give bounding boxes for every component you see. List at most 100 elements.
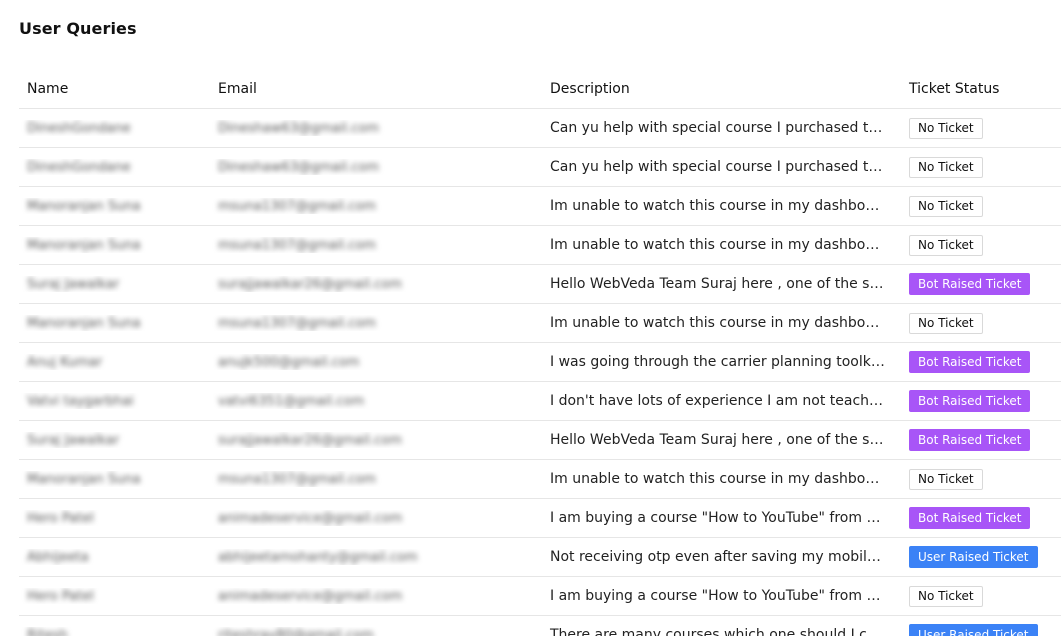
row-email-cell: msuna1307@gmail.com: [210, 471, 542, 487]
table-row[interactable]: Suraj Jawalkar surajjawalkar26@gmail.com H…: [19, 265, 1061, 304]
row-status-cell: No Ticket: [901, 585, 1061, 607]
query-description: I am buying a course "How to YouTube" fr…: [550, 588, 901, 604]
user-name: Hero Patel: [27, 589, 94, 604]
row-name-cell: Vatvi taygarbhai: [19, 393, 210, 409]
table-row[interactable]: Vatvi taygarbhai vatvi6351@gmail.com I don…: [19, 382, 1061, 421]
query-description: Can yu help with special course I purcha…: [550, 159, 901, 175]
row-email-cell: surajjawalkar26@gmail.com: [210, 432, 542, 448]
query-description: Hello WebVeda Team Suraj here , one of t…: [550, 276, 901, 292]
table-row[interactable]: DineshGondane Dineshaw63@gmail.com Can yu …: [19, 109, 1061, 148]
user-name: Ritesh: [27, 628, 68, 636]
ticket-status-badge[interactable]: Bot Raised Ticket: [909, 507, 1031, 529]
row-name-cell: Suraj Jawalkar: [19, 276, 210, 292]
row-status-cell: Bot Raised Ticket: [901, 273, 1061, 295]
ticket-status-badge[interactable]: Bot Raised Ticket: [909, 390, 1031, 412]
user-name: Manoranjan Suna: [27, 238, 141, 253]
row-name-cell: Manoranjan Suna: [19, 471, 210, 487]
row-status-cell: Bot Raised Ticket: [901, 351, 1061, 373]
query-description: There are many courses which one should …: [550, 627, 901, 636]
row-status-cell: No Ticket: [901, 156, 1061, 178]
table-row[interactable]: Abhijeeta abhijeetamohanty@gmail.com Not r…: [19, 538, 1061, 577]
user-name: Manoranjan Suna: [27, 472, 141, 487]
query-description: I was going through the carrier planning…: [550, 354, 901, 370]
table-row[interactable]: Manoranjan Suna msuna1307@gmail.com Im una…: [19, 187, 1061, 226]
user-email: msuna1307@gmail.com: [218, 316, 376, 331]
row-status-cell: User Raised Ticket: [901, 546, 1061, 568]
row-name-cell: Hero Patel: [19, 588, 210, 604]
query-description: Hello WebVeda Team Suraj here , one of t…: [550, 432, 901, 448]
column-header-name[interactable]: Name: [19, 81, 210, 97]
ticket-status-badge[interactable]: Bot Raised Ticket: [909, 273, 1031, 295]
ticket-status-badge[interactable]: No Ticket: [909, 468, 983, 490]
table-row[interactable]: Ritesh riteshrav80@gmail.com There are man…: [19, 616, 1061, 636]
table-row[interactable]: Manoranjan Suna msuna1307@gmail.com Im una…: [19, 304, 1061, 343]
user-email: Dineshaw63@gmail.com: [218, 160, 380, 175]
query-description: Im unable to watch this course in my das…: [550, 471, 889, 487]
column-header-email[interactable]: Email: [210, 81, 542, 97]
row-name-cell: Ritesh: [19, 627, 210, 636]
row-name-cell: DineshGondane: [19, 120, 210, 136]
user-name: DineshGondane: [27, 160, 131, 175]
page-title: User Queries: [19, 19, 137, 38]
user-email: riteshrav80@gmail.com: [218, 628, 374, 636]
user-email: anujk500@gmail.com: [218, 355, 360, 370]
table-row[interactable]: Manoranjan Suna msuna1307@gmail.com Im una…: [19, 460, 1061, 499]
column-header-description[interactable]: Description: [542, 81, 901, 97]
query-description: Im unable to watch this course in my das…: [550, 198, 889, 214]
row-name-cell: Abhijeeta: [19, 549, 210, 565]
user-email: animadeservice@gmail.com: [218, 589, 403, 604]
table-row[interactable]: Hero Patel animadeservice@gmail.com I am b…: [19, 499, 1061, 538]
ticket-status-badge[interactable]: No Ticket: [909, 156, 983, 178]
row-status-cell: Bot Raised Ticket: [901, 429, 1061, 451]
row-status-cell: Bot Raised Ticket: [901, 507, 1061, 529]
ticket-status-badge[interactable]: Bot Raised Ticket: [909, 429, 1031, 451]
row-email-cell: abhijeetamohanty@gmail.com: [210, 549, 542, 565]
row-email-cell: animadeservice@gmail.com: [210, 588, 542, 604]
row-name-cell: Hero Patel: [19, 510, 210, 526]
row-email-cell: msuna1307@gmail.com: [210, 237, 542, 253]
query-description: Not receiving otp even after saving my m…: [550, 549, 901, 565]
row-email-cell: surajjawalkar26@gmail.com: [210, 276, 542, 292]
ticket-status-badge[interactable]: No Ticket: [909, 195, 983, 217]
row-email-cell: vatvi6351@gmail.com: [210, 393, 542, 409]
row-status-cell: No Ticket: [901, 468, 1061, 490]
ticket-status-badge[interactable]: No Ticket: [909, 234, 983, 256]
user-queries-page: User Queries Name Email Description Tick…: [0, 0, 1061, 636]
ticket-status-badge[interactable]: Bot Raised Ticket: [909, 351, 1031, 373]
user-name: Hero Patel: [27, 511, 94, 526]
table-row[interactable]: Hero Patel animadeservice@gmail.com I am b…: [19, 577, 1061, 616]
ticket-status-badge[interactable]: No Ticket: [909, 117, 983, 139]
user-name: Suraj Jawalkar: [27, 433, 120, 448]
row-status-cell: No Ticket: [901, 195, 1061, 217]
user-name: Suraj Jawalkar: [27, 277, 120, 292]
row-status-cell: User Raised Ticket: [901, 624, 1061, 636]
query-description: I am buying a course "How to YouTube" fr…: [550, 510, 901, 526]
user-name: Vatvi taygarbhai: [27, 394, 134, 409]
query-description: I don't have lots of experience I am not…: [550, 393, 901, 409]
table-row[interactable]: Manoranjan Suna msuna1307@gmail.com Im una…: [19, 226, 1061, 265]
user-email: Dineshaw63@gmail.com: [218, 121, 380, 136]
ticket-status-badge[interactable]: No Ticket: [909, 585, 983, 607]
row-email-cell: anujk500@gmail.com: [210, 354, 542, 370]
user-email: msuna1307@gmail.com: [218, 472, 376, 487]
queries-table: Name Email Description Ticket Status Din…: [19, 70, 1061, 636]
row-status-cell: No Ticket: [901, 312, 1061, 334]
table-row[interactable]: DineshGondane Dineshaw63@gmail.com Can yu …: [19, 148, 1061, 187]
row-name-cell: Manoranjan Suna: [19, 198, 210, 214]
row-name-cell: DineshGondane: [19, 159, 210, 175]
row-status-cell: Bot Raised Ticket: [901, 390, 1061, 412]
user-email: surajjawalkar26@gmail.com: [218, 433, 402, 448]
table-body: DineshGondane Dineshaw63@gmail.com Can yu …: [19, 109, 1061, 636]
row-name-cell: Suraj Jawalkar: [19, 432, 210, 448]
table-header-row: Name Email Description Ticket Status: [19, 70, 1061, 109]
row-email-cell: msuna1307@gmail.com: [210, 315, 542, 331]
column-header-ticket-status[interactable]: Ticket Status: [901, 81, 1061, 97]
row-email-cell: msuna1307@gmail.com: [210, 198, 542, 214]
ticket-status-badge[interactable]: User Raised Ticket: [909, 624, 1038, 636]
ticket-status-badge[interactable]: No Ticket: [909, 312, 983, 334]
table-row[interactable]: Anuj Kumar anujk500@gmail.com I was going …: [19, 343, 1061, 382]
ticket-status-badge[interactable]: User Raised Ticket: [909, 546, 1038, 568]
row-name-cell: Manoranjan Suna: [19, 237, 210, 253]
row-email-cell: Dineshaw63@gmail.com: [210, 120, 542, 136]
table-row[interactable]: Suraj Jawalkar surajjawalkar26@gmail.com H…: [19, 421, 1061, 460]
